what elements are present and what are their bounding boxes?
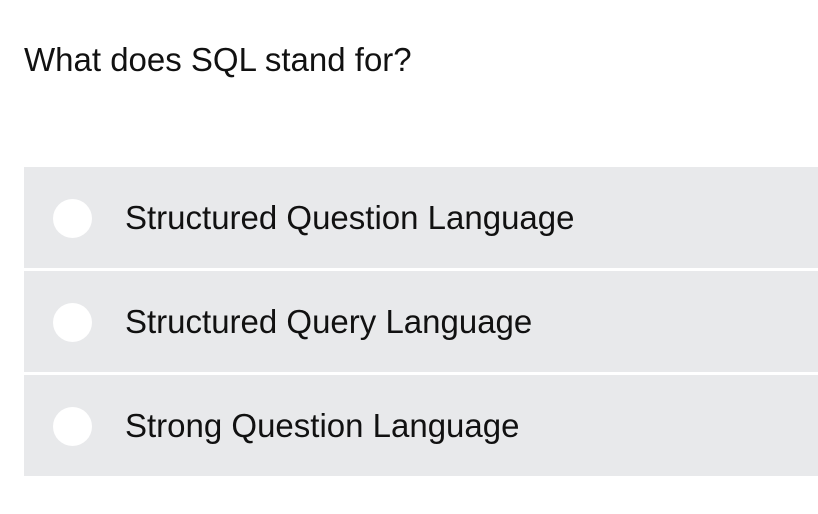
answer-option-1[interactable]: Structured Question Language [24, 167, 818, 271]
answer-option-label: Structured Question Language [125, 198, 575, 236]
answer-option-3[interactable]: Strong Question Language [24, 375, 818, 476]
answer-option-label: Structured Query Language [125, 302, 533, 340]
answer-options: Structured Question Language Structured … [24, 167, 818, 476]
answer-option-2[interactable]: Structured Query Language [24, 271, 818, 375]
quiz-question: What does SQL stand for? [24, 41, 412, 78]
radio-button[interactable] [53, 406, 92, 446]
radio-button[interactable] [53, 198, 92, 238]
radio-button[interactable] [53, 302, 92, 342]
answer-option-label: Strong Question Language [125, 406, 520, 444]
